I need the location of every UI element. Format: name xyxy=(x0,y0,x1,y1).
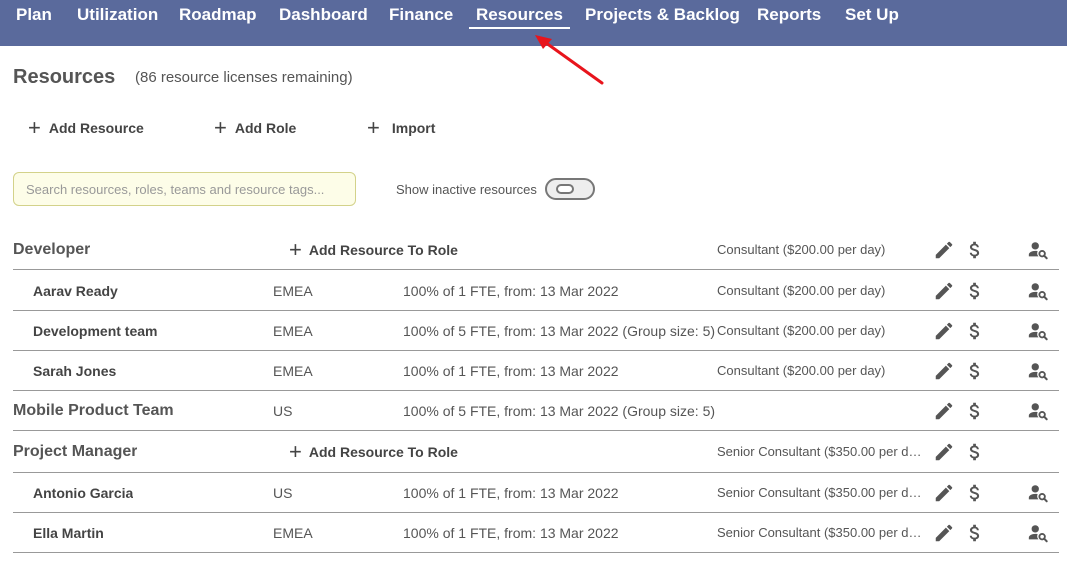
nav-utilization[interactable]: Utilization xyxy=(77,5,158,25)
pencil-icon[interactable] xyxy=(933,400,955,422)
role-name: Developer xyxy=(13,240,91,258)
nav-finance[interactable]: Finance xyxy=(389,5,453,25)
nav-dashboard[interactable]: Dashboard xyxy=(279,5,368,25)
rate-text: Consultant ($200.00 per day) xyxy=(717,323,886,338)
dollar-icon[interactable] xyxy=(964,400,986,422)
person-search-icon[interactable] xyxy=(1027,239,1049,261)
dollar-icon[interactable] xyxy=(964,441,986,463)
nav-projects-backlog[interactable]: Projects & Backlog xyxy=(585,5,740,25)
plus-icon: + xyxy=(214,115,227,140)
resource-name[interactable]: Ella Martin xyxy=(33,513,104,552)
add-resource-label: Add Resource xyxy=(48,120,144,136)
page-title: Resources xyxy=(13,66,116,88)
resource-name[interactable]: Development team xyxy=(33,311,157,350)
resource-row-ella-martin[interactable]: Ella Martin EMEA 100% of 1 FTE, from: 13… xyxy=(13,513,1059,553)
nav-set-up[interactable]: Set Up xyxy=(845,5,899,25)
person-search-icon[interactable] xyxy=(1027,360,1049,382)
pencil-icon[interactable] xyxy=(933,522,955,544)
nav-plan[interactable]: Plan xyxy=(16,5,52,25)
resource-fte: 100% of 1 FTE, from: 13 Mar 2022 xyxy=(403,524,619,541)
import-button[interactable]: + Import xyxy=(367,117,435,139)
resource-region: EMEA xyxy=(273,524,313,541)
add-resource-button[interactable]: + Add Resource xyxy=(28,117,144,139)
resource-name[interactable]: Antonio Garcia xyxy=(33,473,133,512)
person-search-icon[interactable] xyxy=(1027,482,1049,504)
pencil-icon[interactable] xyxy=(933,320,955,342)
pencil-icon[interactable] xyxy=(933,482,955,504)
resource-row-development-team[interactable]: Development team EMEA 100% of 5 FTE, fro… xyxy=(13,311,1059,351)
resource-region: EMEA xyxy=(273,282,313,299)
add-role-button[interactable]: + Add Role xyxy=(214,117,296,139)
resource-name[interactable]: Aarav Ready xyxy=(33,271,118,310)
rate-text: Senior Consultant ($350.00 per day) xyxy=(717,485,922,500)
rate-text: Consultant ($200.00 per day) xyxy=(717,283,886,298)
import-label: Import xyxy=(391,120,436,136)
resource-name[interactable]: Sarah Jones xyxy=(33,351,116,390)
team-row-mobile-product-team[interactable]: Mobile Product Team US 100% of 5 FTE, fr… xyxy=(13,391,1059,431)
dollar-icon[interactable] xyxy=(964,522,986,544)
plus-icon: + xyxy=(28,115,41,140)
person-search-icon[interactable] xyxy=(1027,280,1049,302)
dollar-icon[interactable] xyxy=(964,482,986,504)
resource-fte: 100% of 1 FTE, from: 13 Mar 2022 xyxy=(403,362,619,379)
nav-reports[interactable]: Reports xyxy=(757,5,821,25)
pencil-icon[interactable] xyxy=(933,280,955,302)
person-search-icon[interactable] xyxy=(1027,320,1049,342)
resource-region: US xyxy=(273,484,293,501)
add-role-label: Add Role xyxy=(234,120,297,136)
license-note: (86 resource licenses remaining) xyxy=(135,69,353,86)
resource-row-antonio-garcia[interactable]: Antonio Garcia US 100% of 1 FTE, from: 1… xyxy=(13,473,1059,513)
dollar-icon[interactable] xyxy=(964,360,986,382)
role-row-project-manager: Project Manager + Add Resource To Role S… xyxy=(13,432,1059,473)
rate-text: Consultant ($200.00 per day) xyxy=(717,242,886,257)
resource-fte: 100% of 1 FTE, from: 13 Mar 2022 xyxy=(403,282,619,299)
plus-icon: + xyxy=(289,236,302,262)
add-resource-to-role-button[interactable]: + Add Resource To Role xyxy=(289,432,458,472)
resource-region: EMEA xyxy=(273,322,313,339)
top-nav: Plan Utilization Roadmap Dashboard Finan… xyxy=(0,0,1067,46)
toggle-knob xyxy=(556,184,574,194)
dollar-icon[interactable] xyxy=(964,320,986,342)
plus-icon: + xyxy=(367,115,380,140)
dollar-icon[interactable] xyxy=(964,239,986,261)
resource-region: EMEA xyxy=(273,362,313,379)
resource-row-aarav-ready[interactable]: Aarav Ready EMEA 100% of 1 FTE, from: 13… xyxy=(13,271,1059,311)
person-search-icon[interactable] xyxy=(1027,522,1049,544)
pencil-icon[interactable] xyxy=(933,239,955,261)
nav-resources[interactable]: Resources xyxy=(469,5,570,29)
role-row-developer: Developer + Add Resource To Role Consult… xyxy=(13,230,1059,270)
team-region: US xyxy=(273,402,293,419)
plus-icon: + xyxy=(289,439,302,464)
rate-text: Senior Consultant ($350.00 per day) xyxy=(717,444,922,459)
rate-text: Consultant ($200.00 per day) xyxy=(717,363,886,378)
resource-fte: 100% of 1 FTE, from: 13 Mar 2022 xyxy=(403,484,619,501)
search-input[interactable] xyxy=(13,172,356,206)
rate-text: Senior Consultant ($350.00 per day) xyxy=(717,525,922,540)
resource-row-sarah-jones[interactable]: Sarah Jones EMEA 100% of 1 FTE, from: 13… xyxy=(13,351,1059,391)
add-resource-to-role-label: Add Resource To Role xyxy=(308,444,458,460)
person-search-icon[interactable] xyxy=(1027,400,1049,422)
show-inactive-label: Show inactive resources xyxy=(396,182,537,197)
pencil-icon[interactable] xyxy=(933,360,955,382)
role-name: Project Manager xyxy=(13,443,138,460)
dollar-icon[interactable] xyxy=(964,280,986,302)
show-inactive-toggle[interactable] xyxy=(545,178,595,200)
pencil-icon[interactable] xyxy=(933,441,955,463)
team-name[interactable]: Mobile Product Team xyxy=(13,391,174,430)
rate-text xyxy=(717,391,922,430)
nav-roadmap[interactable]: Roadmap xyxy=(179,5,256,25)
resource-fte: 100% of 5 FTE, from: 13 Mar 2022 (Group … xyxy=(403,322,716,339)
add-resource-to-role-button[interactable]: + Add Resource To Role xyxy=(289,230,458,269)
team-fte: 100% of 5 FTE, from: 13 Mar 2022 (Group … xyxy=(403,402,716,419)
add-resource-to-role-label: Add Resource To Role xyxy=(308,241,458,258)
